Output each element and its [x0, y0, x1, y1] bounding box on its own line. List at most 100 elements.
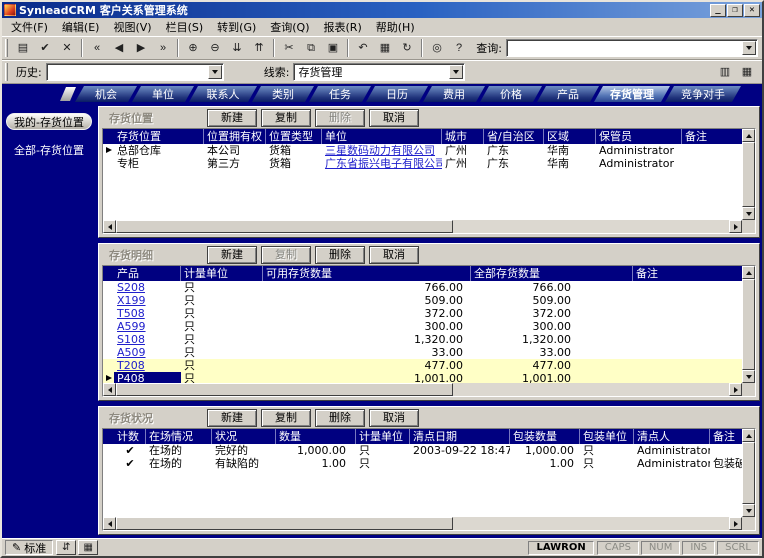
- record-link[interactable]: S208: [117, 281, 145, 294]
- menu-item-sections[interactable]: 栏目(S): [159, 18, 211, 36]
- tab-competitor[interactable]: 竞争对手: [665, 86, 741, 102]
- maximize-button[interactable]: ❐: [727, 3, 743, 17]
- horizontal-scrollbar[interactable]: [103, 383, 742, 396]
- cancel-button[interactable]: 取消: [369, 245, 419, 264]
- module-combobox[interactable]: 存货管理: [293, 63, 466, 81]
- grid-toggle-button[interactable]: ▦: [78, 540, 99, 555]
- new-button[interactable]: 新建: [207, 245, 257, 264]
- menu-item-help[interactable]: 帮助(H): [369, 18, 422, 36]
- copy-button[interactable]: 复制: [261, 408, 311, 427]
- zoom-out-icon[interactable]: ⊖: [204, 38, 226, 58]
- table-row[interactable]: P408 只 1,001.00 1,001.00: [103, 372, 742, 383]
- vertical-scrollbar[interactable]: [742, 266, 755, 383]
- vertical-scrollbar[interactable]: [742, 129, 755, 220]
- scroll-right-button[interactable]: [729, 517, 742, 530]
- delete-button[interactable]: 删除: [315, 245, 365, 264]
- record-link[interactable]: X199: [117, 294, 146, 307]
- copy-icon[interactable]: ⧉: [300, 38, 322, 58]
- refresh-icon[interactable]: ↻: [396, 38, 418, 58]
- sort-ascending-icon[interactable]: ⇊: [226, 38, 248, 58]
- new-button[interactable]: 新建: [207, 408, 257, 427]
- menu-item-goto[interactable]: 转到(G): [210, 18, 263, 36]
- tab-product[interactable]: 产品: [537, 86, 599, 102]
- scroll-left-button[interactable]: [103, 517, 116, 530]
- table-row[interactable]: T508 只 372.00 372.00: [103, 307, 742, 320]
- last-record-icon[interactable]: »: [152, 38, 174, 58]
- tab-calendar[interactable]: 日历: [366, 86, 428, 102]
- horizontal-scrollbar[interactable]: [103, 517, 742, 530]
- prior-record-icon[interactable]: ◀: [108, 38, 130, 58]
- minimize-button[interactable]: _: [710, 3, 726, 17]
- table-row[interactable]: T208 只 477.00 477.00: [103, 359, 742, 372]
- new-button[interactable]: 新建: [207, 108, 257, 127]
- layout-grid-icon[interactable]: ▦: [736, 62, 758, 82]
- record-link[interactable]: A599: [117, 320, 146, 333]
- history-combobox[interactable]: [45, 63, 224, 81]
- sort-toggle-button[interactable]: ⇵: [56, 540, 77, 555]
- table-row[interactable]: ✔ 在场的 完好的 1,000.00 只 2003-09-22 18:47 1,000.00…: [103, 444, 742, 457]
- scrollbar-thumb[interactable]: [116, 383, 454, 396]
- record-link[interactable]: S108: [117, 333, 145, 346]
- record-link[interactable]: T208: [117, 359, 145, 372]
- menu-item-view[interactable]: 视图(V): [106, 18, 158, 36]
- delete-record-icon[interactable]: ✕: [56, 38, 78, 58]
- delete-button[interactable]: 删除: [315, 408, 365, 427]
- new-record-icon[interactable]: ▤: [12, 38, 34, 58]
- layout-columns-icon[interactable]: ▥: [714, 62, 736, 82]
- scrollbar-thumb[interactable]: [116, 517, 454, 530]
- zoom-in-icon[interactable]: ⊕: [182, 38, 204, 58]
- cut-icon[interactable]: ✂: [278, 38, 300, 58]
- scroll-down-button[interactable]: [742, 504, 755, 517]
- scrollbar-track[interactable]: [742, 279, 755, 370]
- scroll-down-button[interactable]: [742, 370, 755, 383]
- undo-icon[interactable]: ↶: [352, 38, 374, 58]
- scrollbar-thumb[interactable]: [116, 220, 454, 233]
- copy-button[interactable]: 复制: [261, 108, 311, 127]
- close-button[interactable]: ✕: [744, 3, 760, 17]
- tab-scroll-left[interactable]: [60, 87, 76, 101]
- find-icon[interactable]: ◎: [426, 38, 448, 58]
- first-record-icon[interactable]: «: [86, 38, 108, 58]
- scrollbar-thumb[interactable]: [742, 442, 755, 504]
- next-record-icon[interactable]: ▶: [130, 38, 152, 58]
- scroll-up-button[interactable]: [742, 429, 755, 442]
- menu-item-file[interactable]: 文件(F): [4, 18, 55, 36]
- sidebar-item-all-inventory-locations[interactable]: 全部-存货位置: [6, 141, 92, 158]
- cancel-button[interactable]: 取消: [369, 108, 419, 127]
- scrollbar-thumb[interactable]: [742, 142, 755, 207]
- scroll-down-button[interactable]: [742, 207, 755, 220]
- tab-contact[interactable]: 联系人: [189, 86, 257, 102]
- record-link[interactable]: P408: [117, 372, 145, 383]
- dropdown-arrow-icon[interactable]: [449, 65, 464, 79]
- menu-item-report[interactable]: 报表(R): [317, 18, 369, 36]
- scrollbar-track[interactable]: [742, 142, 755, 207]
- tab-account[interactable]: 单位: [132, 86, 194, 102]
- scrollbar-track[interactable]: [116, 383, 729, 396]
- table-row[interactable]: A509 只 33.00 33.00: [103, 346, 742, 359]
- scroll-up-button[interactable]: [742, 129, 755, 142]
- table-row[interactable]: ✔ 在场的 有缺陷的 1.00 只 1.00 只 Administrator包装破损: [103, 457, 742, 470]
- scrollbar-track[interactable]: [116, 517, 729, 530]
- sort-descending-icon[interactable]: ⇈: [248, 38, 270, 58]
- paste-icon[interactable]: ▣: [322, 38, 344, 58]
- scrollbar-track[interactable]: [742, 442, 755, 504]
- table-row[interactable]: A599 只 300.00 300.00: [103, 320, 742, 333]
- scroll-right-button[interactable]: [729, 383, 742, 396]
- dropdown-arrow-icon[interactable]: [207, 65, 222, 79]
- record-link[interactable]: 三星数码动力有限公司: [325, 144, 435, 157]
- record-link[interactable]: 广东省振兴电子有限公司: [325, 157, 442, 170]
- tab-category[interactable]: 类别: [252, 86, 314, 102]
- menu-item-query[interactable]: 查询(Q): [263, 18, 316, 36]
- tab-expense[interactable]: 费用: [423, 86, 485, 102]
- table-row[interactable]: X199 只 509.00 509.00: [103, 294, 742, 307]
- query-combobox[interactable]: [506, 39, 758, 57]
- cancel-button[interactable]: 取消: [369, 408, 419, 427]
- record-link[interactable]: T508: [117, 307, 145, 320]
- table-row[interactable]: 专柜 第三方 货箱 广东省振兴电子有限公司 广州 广东 华南 Administrator: [103, 157, 742, 170]
- tab-inventory[interactable]: 存货管理: [594, 86, 670, 102]
- record-link[interactable]: A509: [117, 346, 146, 359]
- grid-view-icon[interactable]: ▦: [374, 38, 396, 58]
- scroll-up-button[interactable]: [742, 266, 755, 279]
- scrollbar-track[interactable]: [116, 220, 729, 233]
- style-mode-button[interactable]: ✎ 标准: [5, 540, 54, 555]
